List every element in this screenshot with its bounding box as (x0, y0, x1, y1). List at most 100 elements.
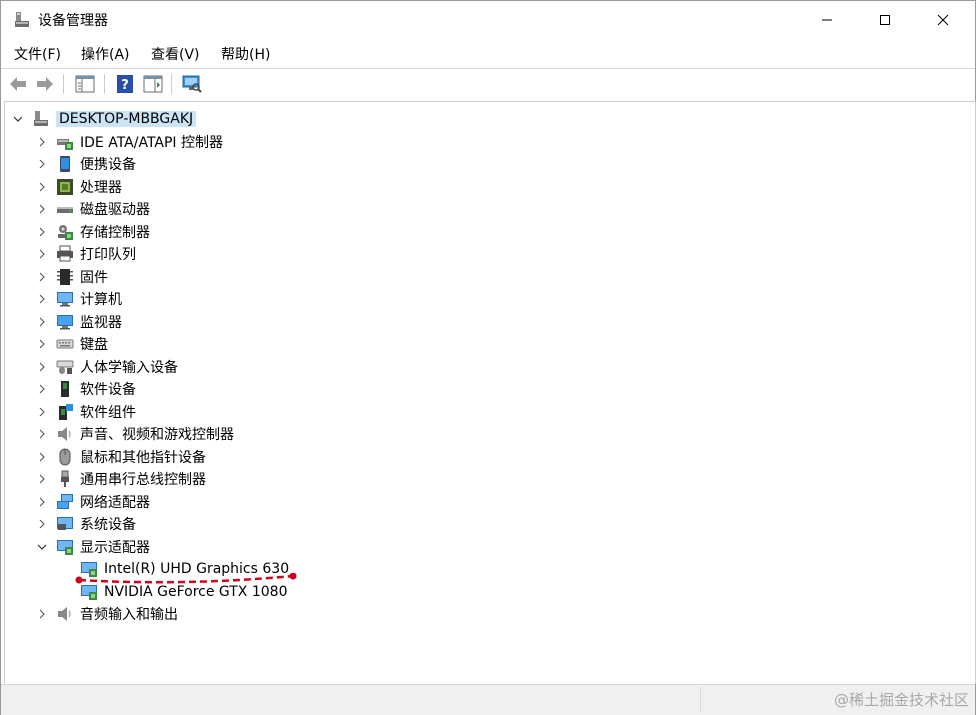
minimize-button[interactable] (798, 1, 856, 39)
firmware-icon (57, 269, 73, 285)
processor-icon (57, 179, 73, 195)
svg-text:?: ? (121, 78, 129, 93)
device-manager-app-icon (15, 12, 29, 27)
chevron-right-icon[interactable] (37, 294, 47, 304)
menu-file[interactable]: 文件(F) (14, 44, 61, 64)
status-divider (700, 687, 701, 713)
tree-item-label: 监视器 (80, 315, 122, 331)
chevron-right-icon[interactable] (37, 159, 47, 169)
menu-view[interactable]: 查看(V) (151, 44, 200, 64)
tree-item-software-components[interactable]: 软件组件 (56, 401, 136, 423)
display-adapter-icon (57, 540, 73, 555)
hid-icon (56, 360, 74, 374)
help-icon[interactable]: ? (114, 73, 136, 95)
tree-item-label: 软件设备 (80, 382, 136, 398)
title-bar[interactable]: 设备管理器 (1, 1, 975, 39)
tree-item-portable-devices[interactable]: 便携设备 (56, 153, 136, 175)
tree-item-audio-io[interactable]: 音频输入和输出 (56, 603, 178, 625)
tree-item-computer[interactable]: 计算机 (56, 288, 122, 310)
tree-item-label: 系统设备 (80, 517, 136, 533)
tree-root-label: DESKTOP-MBBGAKJ (56, 111, 197, 127)
status-bar: @稀土掘金技术社区 (1, 684, 975, 715)
chevron-right-icon[interactable] (37, 452, 47, 462)
disk-drive-icon (57, 207, 73, 213)
system-device-icon (57, 517, 73, 530)
tree-item-mice[interactable]: 鼠标和其他指针设备 (56, 446, 206, 468)
tree-item-system-devices[interactable]: 系统设备 (56, 513, 136, 535)
tree-item-disk-drives[interactable]: 磁盘驱动器 (56, 198, 150, 220)
tree-item-usb[interactable]: 通用串行总线控制器 (56, 468, 206, 490)
details-pane-icon[interactable] (142, 73, 164, 95)
chevron-right-icon[interactable] (37, 272, 47, 282)
menu-action[interactable]: 操作(A) (81, 44, 130, 64)
tree-item-label: 固件 (80, 270, 108, 286)
sound-icon (58, 427, 71, 441)
network-adapter-icon (57, 494, 73, 509)
maximize-icon (880, 15, 890, 25)
chevron-right-icon[interactable] (37, 429, 47, 439)
back-icon[interactable] (7, 73, 29, 95)
menu-help[interactable]: 帮助(H) (221, 44, 270, 64)
chevron-right-icon[interactable] (37, 339, 47, 349)
device-tree[interactable]: DESKTOP-MBBGAKJ IDE ATA/ATAPI 控制器 便携设备 处… (4, 101, 976, 684)
watermark-text: @稀土掘金技术社区 (833, 691, 969, 709)
software-component-icon (59, 404, 73, 420)
tree-item-label: 计算机 (80, 292, 122, 308)
tree-item-label: 便携设备 (80, 157, 136, 173)
tree-item-label: 网络适配器 (80, 495, 150, 511)
tree-item-firmware[interactable]: 固件 (56, 266, 108, 288)
device-manager-window: 设备管理器 文件(F) 操作(A) 查看(V) 帮助(H) ? DESKTOP-… (0, 0, 976, 715)
printer-icon (57, 245, 73, 262)
tree-item-network-adapters[interactable]: 网络适配器 (56, 491, 150, 513)
chevron-right-icon[interactable] (37, 204, 47, 214)
tree-item-label: 打印队列 (80, 247, 136, 263)
tree-root-computer[interactable]: DESKTOP-MBBGAKJ (32, 108, 197, 130)
chevron-down-icon[interactable] (37, 542, 47, 552)
chevron-right-icon[interactable] (37, 362, 47, 372)
tree-item-label: IDE ATA/ATAPI 控制器 (80, 135, 224, 151)
forward-icon[interactable] (34, 73, 56, 95)
properties-grid-icon[interactable] (74, 73, 96, 95)
close-button[interactable] (914, 1, 972, 39)
tree-item-label: 键盘 (80, 337, 108, 353)
window-title: 设备管理器 (38, 13, 108, 29)
tree-item-label: 处理器 (80, 180, 122, 196)
tree-item-label: 存储控制器 (80, 225, 150, 241)
chevron-right-icon[interactable] (37, 519, 47, 529)
keyboard-icon (56, 339, 74, 349)
tree-item-software-devices[interactable]: 软件设备 (56, 378, 136, 400)
tree-item-label: 鼠标和其他指针设备 (80, 450, 206, 466)
toolbar: ? (1, 68, 975, 99)
audio-io-icon (58, 607, 71, 621)
ide-controller-icon (57, 139, 73, 150)
tree-item-sound-video-game[interactable]: 声音、视频和游戏控制器 (56, 423, 234, 445)
portable-device-icon (60, 156, 70, 172)
chevron-right-icon[interactable] (37, 384, 47, 394)
tree-item-ide-controller[interactable]: IDE ATA/ATAPI 控制器 (56, 131, 223, 153)
chevron-right-icon[interactable] (37, 497, 47, 507)
chevron-right-icon[interactable] (37, 227, 47, 237)
scan-hardware-icon[interactable] (181, 73, 203, 95)
tree-item-processors[interactable]: 处理器 (56, 176, 122, 198)
maximize-button[interactable] (856, 1, 914, 39)
minimize-icon (822, 19, 832, 21)
tree-item-storage-controllers[interactable]: 存储控制器 (56, 221, 150, 243)
chevron-right-icon[interactable] (37, 609, 47, 619)
tree-item-label: 软件组件 (80, 405, 136, 421)
menu-bar: 文件(F) 操作(A) 查看(V) 帮助(H) (1, 39, 975, 67)
tree-item-hid[interactable]: 人体学输入设备 (56, 356, 178, 378)
chevron-right-icon[interactable] (37, 182, 47, 192)
tree-item-display-adapters[interactable]: 显示适配器 (56, 536, 150, 558)
tree-item-monitors[interactable]: 监视器 (56, 311, 122, 333)
chevron-down-icon[interactable] (13, 114, 23, 124)
highlight-underline (75, 573, 297, 584)
chevron-right-icon[interactable] (37, 407, 47, 417)
tree-item-label: 显示适配器 (80, 540, 150, 556)
tree-item-print-queues[interactable]: 打印队列 (56, 243, 136, 265)
chevron-right-icon[interactable] (37, 317, 47, 327)
chevron-right-icon[interactable] (37, 474, 47, 484)
tree-item-label: 通用串行总线控制器 (80, 472, 206, 488)
chevron-right-icon[interactable] (37, 137, 47, 147)
tree-item-keyboards[interactable]: 键盘 (56, 333, 108, 355)
chevron-right-icon[interactable] (37, 249, 47, 259)
